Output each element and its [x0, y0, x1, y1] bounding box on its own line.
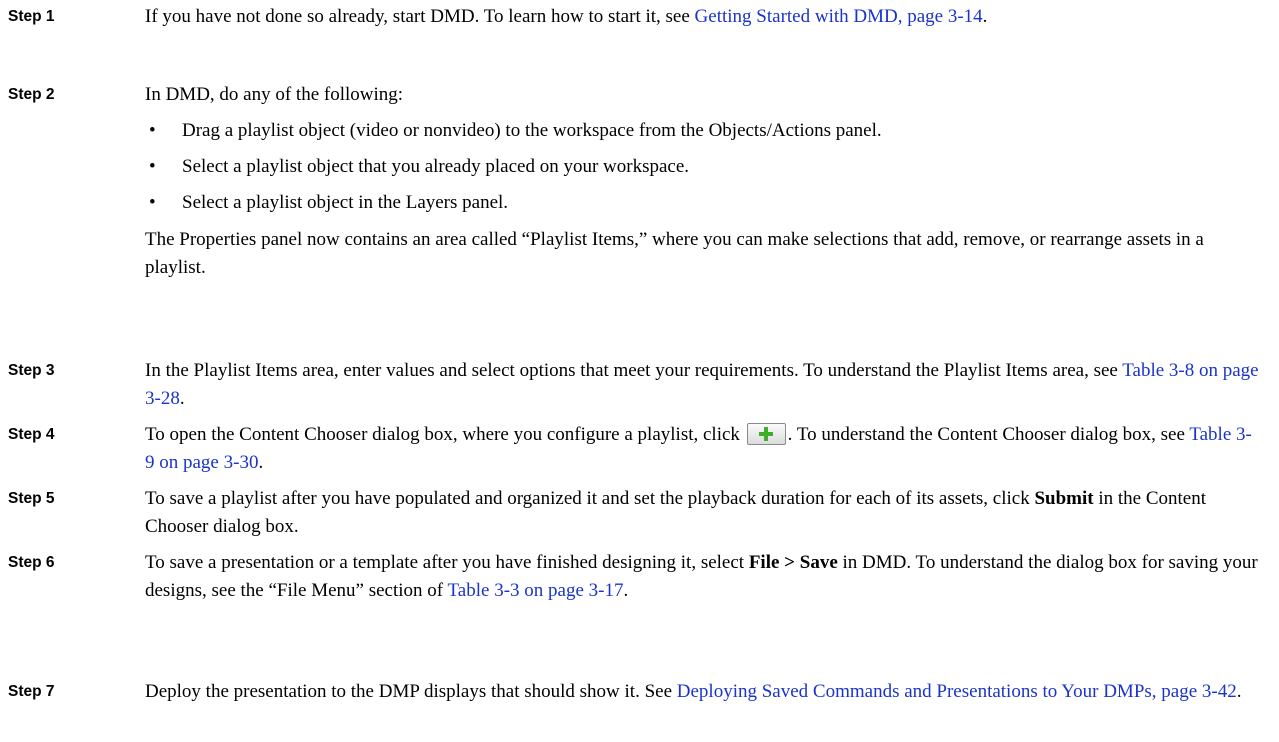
- step-text-part: .: [1236, 681, 1242, 702]
- bullet-icon: •: [149, 192, 156, 213]
- step-note: The Properties panel now contains an are…: [145, 229, 1204, 278]
- step-text: To open the Content Chooser dialog box, …: [145, 421, 1260, 477]
- step-text: To save a playlist after you have popula…: [145, 485, 1260, 541]
- step-text-part: In DMD, do any of the following:: [145, 84, 404, 105]
- step-text-part: In the Playlist Items area, enter values…: [145, 360, 1123, 381]
- list-item: • Drag a playlist object (video or nonvid…: [145, 118, 1260, 144]
- document-page: Step 1 If you have not done so already, …: [0, 0, 1279, 742]
- list-item: • Select a playlist object that you alrea…: [145, 154, 1260, 180]
- list-item-text: Select a playlist object in the Layers p…: [182, 192, 509, 213]
- step-text: In the Playlist Items area, enter values…: [145, 357, 1260, 413]
- step-label: Step 2: [8, 86, 55, 103]
- step-text: Deploy the presentation to the DMP displ…: [145, 678, 1260, 706]
- step-text-part: .: [258, 452, 264, 473]
- step-text-part: Deploy the presentation to the DMP displ…: [145, 681, 677, 702]
- submit-label: Submit: [1034, 488, 1094, 509]
- table-3-3-link[interactable]: Table 3-3 on page 3-17: [448, 580, 624, 601]
- getting-started-link[interactable]: Getting Started with DMD, page 3-14: [695, 6, 983, 27]
- step-text-part: To open the Content Chooser dialog box, …: [145, 424, 745, 445]
- step-label: Step 3: [8, 362, 55, 379]
- step-text-part: .: [982, 6, 988, 27]
- step-text-part: If you have not done so already, start D…: [145, 6, 695, 27]
- step-label: Step 7: [8, 683, 55, 700]
- add-content-button[interactable]: [746, 422, 786, 445]
- green-plus-icon: [759, 426, 774, 441]
- step-text-part: .: [623, 580, 629, 601]
- step-label: Step 1: [8, 8, 55, 25]
- deploying-link[interactable]: Deploying Saved Commands and Presentatio…: [677, 681, 1237, 702]
- bullet-icon: •: [149, 156, 156, 177]
- step-label: Step 5: [8, 490, 55, 507]
- step-label: Step 6: [8, 554, 55, 571]
- list-item: • Select a playlist object in the Layers …: [145, 190, 1260, 216]
- bullet-icon: •: [149, 120, 156, 141]
- list-item-text: Select a playlist object that you alread…: [182, 156, 690, 177]
- file-save-label: File > Save: [748, 552, 838, 573]
- step-text-part: To save a presentation or a template aft…: [145, 552, 749, 573]
- step-text: To save a presentation or a template aft…: [145, 549, 1260, 605]
- step-text-part: .: [179, 388, 185, 409]
- list-item-text: Drag a playlist object (video or nonvide…: [182, 120, 882, 141]
- step-text-part: . To understand the Content Chooser dial…: [787, 424, 1190, 445]
- step-label: Step 4: [8, 426, 55, 443]
- step-text: In DMD, do any of the following: • Drag a…: [145, 81, 1260, 282]
- step-text: If you have not done so already, start D…: [145, 3, 1260, 31]
- step-text-part: To save a playlist after you have popula…: [145, 488, 1035, 509]
- option-list: • Drag a playlist object (video or nonvid…: [145, 118, 1260, 216]
